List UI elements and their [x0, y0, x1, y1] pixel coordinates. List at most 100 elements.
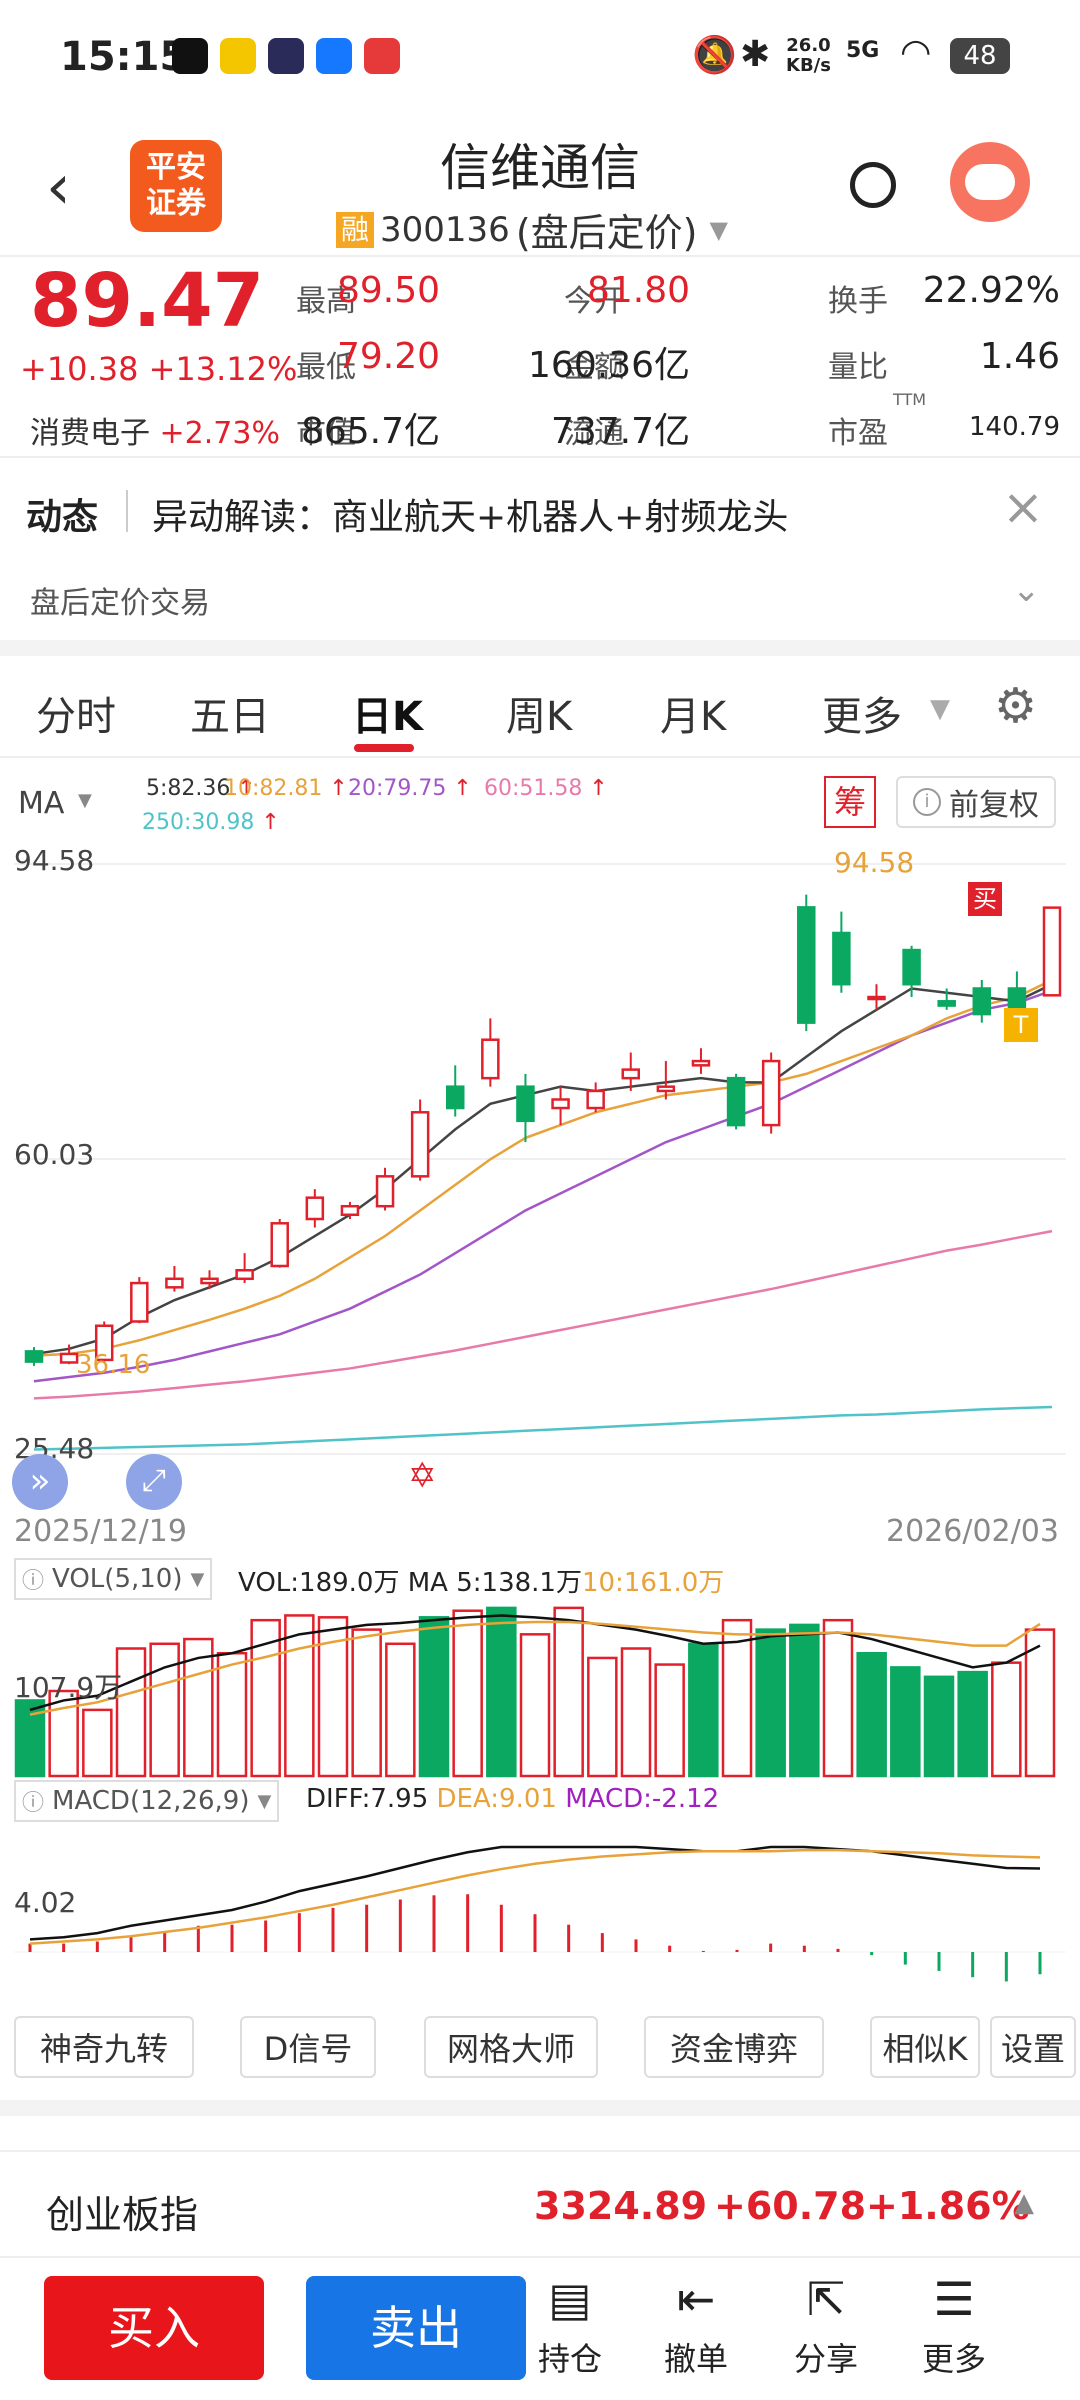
volume-bar [452, 1609, 483, 1778]
macd-chart[interactable] [0, 1822, 1080, 2002]
candle-body [24, 1350, 44, 1363]
ma-legend[interactable]: MA ▼ 5:82.36 ↑ 10:82.81 ↑ 20:79.75 ↑ 60:51.… [16, 772, 836, 842]
ma60-line [33, 1229, 1053, 1400]
buy-button[interactable]: 买入 [44, 2276, 264, 2380]
bottom-action-2[interactable]: ⇱ 分享 [766, 2272, 886, 2380]
index-ticker[interactable]: 创业板指 3324.89 +60.78 +1.86% ▲ [0, 2150, 1080, 2260]
quote-value: 1.46 [979, 336, 1060, 377]
tool-button[interactable]: 神奇九转 [14, 2016, 194, 2078]
candle-body [305, 1196, 325, 1221]
chevron-down-icon: ⌄ [1012, 570, 1041, 610]
battery-icon: 48 [950, 38, 1010, 74]
bottom-action-label: 撤单 [663, 2340, 728, 2378]
volume-bar [957, 1670, 988, 1778]
macd-values: DIFF:7.95 DEA:9.01 MACD:-2.12 [306, 1784, 720, 1814]
quote-value: 22.92% [922, 270, 1060, 311]
candle-body [165, 1277, 184, 1289]
tab-0[interactable]: 分时 [36, 684, 116, 742]
tab-1[interactable]: 五日 [190, 684, 270, 742]
net-speed: 26.0 KB/s [786, 35, 831, 76]
chevron-up-icon[interactable]: ▲ [1014, 2188, 1034, 2218]
candle-body [410, 1111, 430, 1178]
clock: 15:15 [60, 34, 188, 80]
tab-3[interactable]: 周K [506, 684, 572, 742]
candle-body [375, 1175, 395, 1208]
candle-body [270, 1222, 289, 1268]
mute-icon: 🔕 [692, 35, 737, 76]
candle-body [235, 1269, 254, 1281]
bottom-action-3[interactable]: ☰ 更多 [894, 2272, 1014, 2380]
cancel-order-icon: ⇤ [676, 2272, 716, 2326]
ma-label: MA [18, 786, 65, 821]
volume-bar [553, 1606, 584, 1778]
last-price: 89.47 [30, 258, 265, 344]
search-icon[interactable] [850, 162, 896, 208]
volume-chart[interactable] [0, 1600, 1080, 1780]
stock-code-row[interactable]: 融 300136 (盘后定价) ▼ [336, 202, 728, 257]
quote-value: 140.79 [969, 412, 1060, 442]
quote-label: 市盈 [828, 416, 888, 451]
bottom-action-label: 更多 [921, 2340, 986, 2378]
bottom-action-label: 分享 [793, 2340, 858, 2378]
volume-bar [856, 1651, 887, 1778]
volume-bar [890, 1666, 921, 1778]
volume-bar [923, 1675, 955, 1778]
candle-body [59, 1352, 79, 1364]
buy-signal-tag[interactable]: 买 [968, 882, 1002, 916]
assistant-avatar[interactable] [950, 142, 1030, 222]
stock-name: 信维通信 [440, 139, 640, 197]
info-icon: i [913, 788, 941, 816]
kline-chart[interactable] [0, 840, 1080, 1500]
tab-5[interactable]: 更多 [822, 684, 902, 742]
bottom-action-1[interactable]: ⇤ 撤单 [636, 2272, 756, 2380]
date-end: 2026/02/03 [886, 1514, 1059, 1549]
tool-button[interactable]: 网格大师 [424, 2016, 598, 2078]
news-banner[interactable]: 动态 异动解读：商业航天+机器人+射频龙头 × [0, 460, 1080, 560]
candle-body [902, 948, 921, 986]
candle-body [726, 1076, 746, 1127]
event-star-icon[interactable]: ✡ [408, 1456, 437, 1496]
candle-body [691, 1059, 711, 1067]
candle-body [832, 931, 851, 986]
news-label: 动态 [26, 497, 99, 538]
close-icon[interactable]: × [1002, 478, 1044, 536]
tool-button[interactable]: 设置 [990, 2016, 1076, 2078]
candle-body [551, 1098, 570, 1110]
more-icon: ☰ [933, 2272, 975, 2326]
sector-change[interactable]: 消费电子 +2.73% [30, 408, 280, 452]
volume-bar [620, 1647, 652, 1778]
index-change: +60.78 [714, 2184, 867, 2228]
section-gap [0, 2100, 1080, 2116]
ma10-line [33, 978, 1053, 1357]
candle-body [200, 1277, 219, 1285]
quote-label: 量比 [828, 350, 888, 385]
collapse-icon[interactable]: » [12, 1454, 68, 1510]
quote-value: 89.50 [336, 270, 440, 311]
volume-bar [82, 1708, 113, 1778]
divider [0, 756, 1080, 758]
chou-button[interactable]: 筹 [824, 776, 876, 828]
after-hours-row[interactable]: 盘后定价交易 ⌄ [0, 560, 1080, 640]
candle-body [656, 1085, 676, 1093]
macd-indicator-select[interactable]: ⓘ MACD(12,26,9) ▼ [14, 1780, 280, 1822]
vol-indicator-select[interactable]: ⓘ VOL(5,10) ▼ [14, 1558, 213, 1600]
t-signal-tag[interactable]: T [1004, 1008, 1038, 1042]
tool-button[interactable]: D信号 [240, 2016, 376, 2078]
info-icon: ⓘ [22, 1791, 45, 1816]
tab-4[interactable]: 月K [660, 684, 726, 742]
chevron-down-icon: ▼ [257, 1790, 272, 1812]
fullscreen-icon[interactable]: ⤢ [126, 1454, 182, 1510]
chevron-down-icon: ▼ [930, 694, 950, 724]
bottom-action-0[interactable]: ▤ 持仓 [510, 2272, 630, 2380]
min-price-label: 36.16 [76, 1350, 151, 1380]
adjust-button[interactable]: i 前复权 [896, 776, 1056, 828]
tool-button[interactable]: 相似K [870, 2016, 980, 2078]
chart-tabs: 分时 五日 日K 周K 月K 更多 ▼ ⚙ [0, 656, 1080, 756]
gear-icon[interactable]: ⚙ [994, 678, 1037, 734]
divider [0, 255, 1080, 257]
section-gap [0, 640, 1080, 656]
sell-button[interactable]: 卖出 [306, 2276, 526, 2380]
tool-button[interactable]: 资金博弈 [644, 2016, 824, 2078]
tab-2[interactable]: 日K [352, 684, 423, 742]
vol-values: VOL:189.0万 MA 5:138.1万10:161.0万 [238, 1568, 725, 1598]
